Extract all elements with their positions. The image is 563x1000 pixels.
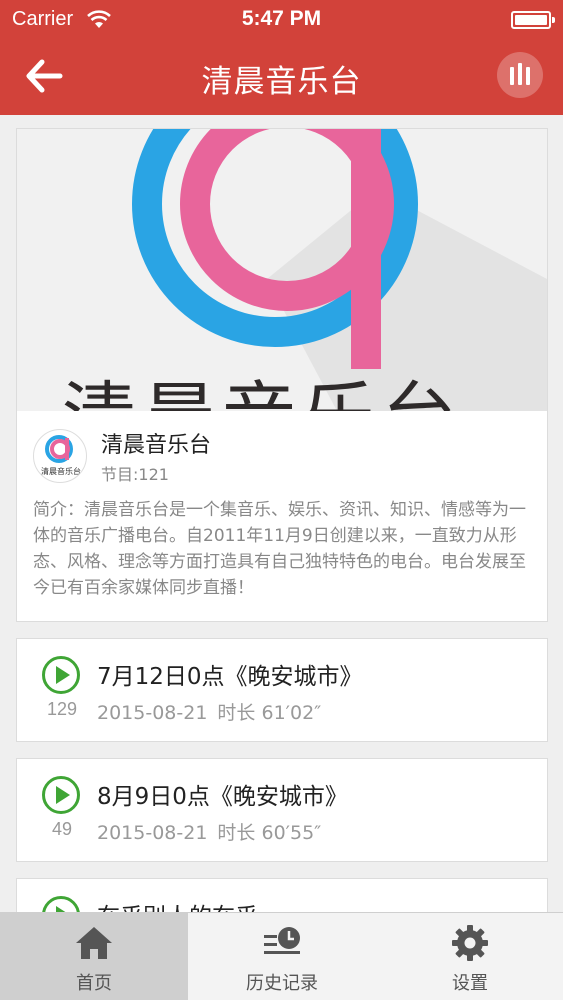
status-time: 5:47 PM <box>241 7 322 30</box>
home-icon <box>76 927 112 959</box>
battery-icon <box>511 11 555 29</box>
episode-date: 2015-08-21 <box>97 822 208 844</box>
tab-home-label: 首页 <box>76 973 112 994</box>
gear-icon <box>452 925 488 961</box>
station-description: 简介：清晨音乐台是一个集音乐、娱乐、资讯、知识、情感等为一体的音乐广播电台。自2… <box>33 500 526 598</box>
episode-play-count: 129 <box>46 699 78 719</box>
tab-history-label: 历史记录 <box>246 973 318 994</box>
episode-duration-label: 时长 <box>217 822 256 844</box>
station-avatar: 清晨音乐台 <box>33 429 87 483</box>
equalizer-bars-icon[interactable] <box>497 52 543 98</box>
episode-title: 8月9日0点《晚安城市》 <box>97 784 348 810</box>
top-bar: Carrier 5:47 PM 清晨音乐台 <box>0 0 563 115</box>
tab-settings[interactable]: 设置 <box>376 913 563 1000</box>
station-name: 清晨音乐台 <box>101 433 212 458</box>
episode-meta: 2015-08-21 时长 61′02″ <box>97 698 321 725</box>
tab-bar: 首页 历史记录 设置 <box>0 912 563 1000</box>
episode-item[interactable]: 8月9日0点《晚安城市》 49 2015-08-21 时长 60′55″ <box>16 758 548 862</box>
play-circle-icon[interactable] <box>41 775 81 815</box>
station-card: 清晨音乐台 清晨音乐台 清晨音乐台 节目:121 简介：清晨音乐台是一个集音乐、… <box>16 128 548 622</box>
episode-meta: 2015-08-21 时长 60′55″ <box>97 818 321 845</box>
history-icon <box>264 927 300 954</box>
banner-station-text: 清晨音乐台 <box>62 357 462 411</box>
episode-duration-label: 时长 <box>217 702 256 724</box>
status-bar: Carrier 5:47 PM <box>0 0 563 40</box>
play-circle-icon[interactable] <box>41 655 81 695</box>
episode-title: 7月12日0点《晚安城市》 <box>97 664 363 690</box>
episode-play-count: 49 <box>51 819 73 839</box>
tab-settings-label: 设置 <box>452 973 488 994</box>
episode-date: 2015-08-21 <box>97 702 208 724</box>
page-title: 清晨音乐台 <box>201 64 362 100</box>
episode-duration: 61′02″ <box>261 702 322 724</box>
avatar-caption: 清晨音乐台 <box>41 466 81 476</box>
tab-home[interactable]: 首页 <box>0 913 188 1000</box>
episode-duration: 60′55″ <box>261 822 322 844</box>
program-count: 节目:121 <box>101 465 169 484</box>
station-banner: 清晨音乐台 <box>17 129 547 411</box>
episode-item[interactable]: 7月12日0点《晚安城市》 129 2015-08-21 时长 61′02″ <box>16 638 548 742</box>
tab-history[interactable]: 历史记录 <box>188 913 376 1000</box>
